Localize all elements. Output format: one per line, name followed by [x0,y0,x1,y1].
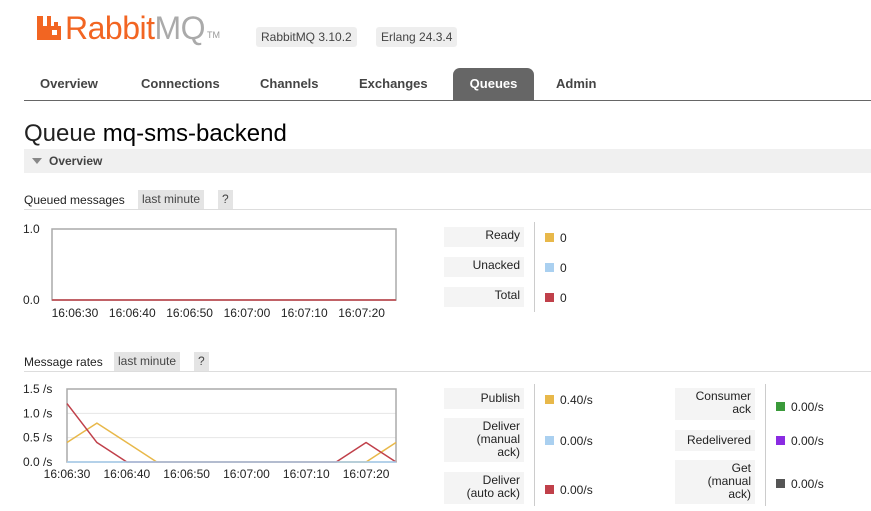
stat-deliver-auto-label: Deliver (auto ack) [444,472,524,504]
stat-consumer-ack-label: Consumer ack [675,388,755,420]
message-rates-chart: 0.0 /s0.5 /s1.0 /s1.5 /s16:06:30 16:06:40… [23,382,397,481]
rates-help-button[interactable]: ? [194,352,209,371]
message-rates-heading: Message rates [24,355,103,369]
x-tick-label: 16:07:20 [343,467,390,481]
tab-overview[interactable]: Overview [24,68,114,100]
stat-deliver-manual-value: 0.00/s [560,434,593,448]
chart-frame [66,388,397,463]
erlang-version-badge: Erlang 24.3.4 [376,27,458,47]
page-title: Queue mq-sms-backend [24,120,287,147]
tab-connections[interactable]: Connections [125,68,236,100]
get-manual-color-swatch [776,479,785,488]
y-tick-label: 0.0 [23,293,40,307]
x-tick-label: 16:06:40 [109,306,156,320]
stat-publish-label: Publish [444,388,524,409]
queued-messages-header: Queued messages last minute ? [24,190,871,210]
stat-redelivered-value: 0.00/s [791,434,824,448]
tab-admin[interactable]: Admin [540,68,612,100]
x-tick-label: 16:06:30 [52,306,99,320]
stat-redelivered-label: Redelivered [675,430,755,451]
chart-series-line [66,422,397,463]
queued-range-selector[interactable]: last minute [138,190,205,209]
x-tick-label: 16:07:20 [338,306,385,320]
brand-name: RabbitMQ [65,10,206,46]
deliver-manual-color-swatch [545,436,554,445]
queue-name: mq-sms-backend [102,120,287,147]
consumer-ack-color-swatch [776,402,785,411]
x-tick-label: 16:07:10 [283,467,330,481]
tab-queues[interactable]: Queues [453,68,534,100]
x-tick-label: 16:06:30 [44,467,91,481]
chart-series-line [66,403,397,463]
tab-channels[interactable]: Channels [244,68,335,100]
stat-unacked-value: 0 [560,261,567,275]
tab-exchanges[interactable]: Exchanges [343,68,444,100]
collapse-triangle-icon [32,158,42,164]
stat-get-manual-label: Get (manual ack) [675,460,755,504]
rates-right-divider [765,384,766,506]
stat-deliver-auto-value: 0.00/s [560,483,593,497]
y-tick-label: 1.5 /s [23,382,52,396]
total-color-swatch [545,293,554,302]
message-rates-header: Message rates last minute ? [24,352,871,372]
stat-ready-label: Ready [444,227,524,247]
rabbitmq-logo[interactable]: RabbitMQ TM [36,10,220,44]
stat-total-label: Total [444,287,524,307]
unacked-color-swatch [545,263,554,272]
y-tick-label: 1.0 [23,222,40,236]
rabbitmq-version-badge: RabbitMQ 3.10.2 [256,27,357,47]
stat-unacked-label: Unacked [444,257,524,277]
queued-messages-heading: Queued messages [24,193,125,207]
x-tick-label: 16:06:50 [163,467,210,481]
publish-color-swatch [545,395,554,404]
stat-deliver-manual-label: Deliver (manual ack) [444,418,524,462]
x-tick-label: 16:06:50 [166,306,213,320]
queued-messages-chart: 0.0 1.0 16:06:30 16:06:40 16:06:50 16:07:00 16… [23,222,397,320]
overview-section-toggle[interactable]: Overview [24,149,871,173]
rates-left-divider [534,384,535,506]
stat-ready-value: 0 [560,231,567,245]
queued-help-button[interactable]: ? [218,190,233,209]
chart-frame [51,228,397,301]
stat-publish-value: 0.40/s [560,393,593,407]
x-tick-label: 16:07:00 [224,306,271,320]
rabbitmq-logo-icon [37,16,61,40]
section-label: Overview [49,154,103,168]
stat-consumer-ack-value: 0.00/s [791,400,824,414]
trademark: TM [207,30,221,40]
stat-get-manual-value: 0.00/s [791,477,824,491]
x-tick-label: 16:07:10 [281,306,328,320]
stats-divider [534,222,535,312]
y-tick-label: 1.0 /s [23,406,52,420]
x-tick-label: 16:07:00 [223,467,270,481]
x-tick-label: 16:06:40 [103,467,150,481]
y-tick-label: 0.5 /s [23,431,52,445]
redelivered-color-swatch [776,436,785,445]
main-nav-tabs: Overview Connections Channels Exchanges … [24,67,871,101]
rates-range-selector[interactable]: last minute [114,352,181,371]
ready-color-swatch [545,233,554,242]
deliver-auto-color-swatch [545,485,554,494]
stat-total-value: 0 [560,291,567,305]
